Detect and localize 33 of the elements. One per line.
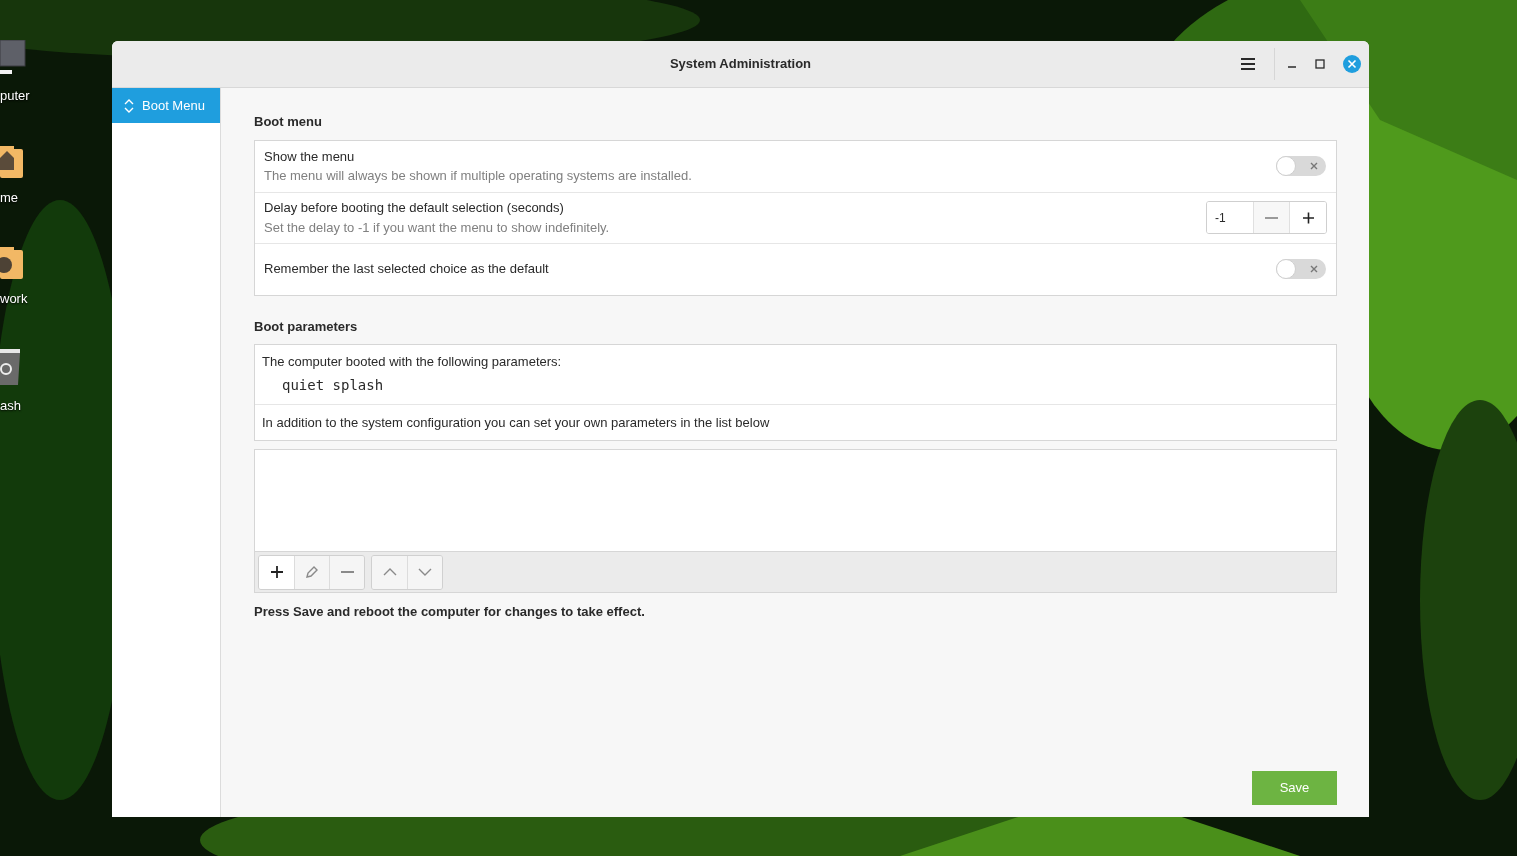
icon-label[interactable]: ash (0, 395, 21, 415)
info-text: The computer booted with the following parameters: (262, 353, 563, 371)
computer-icon[interactable] (0, 40, 26, 76)
info-text: In addition to the system configuration you can set your own parameters in the list below (261, 413, 771, 432)
minus-icon (340, 571, 354, 573)
off-icon (1310, 265, 1318, 273)
icon-label[interactable]: puter (0, 86, 30, 106)
setting-description: The menu will always be shown if multiple operating systems are installed. (264, 167, 693, 185)
setting-title: Remember the last selected choice as the default (264, 260, 550, 279)
toggle-switch[interactable] (1276, 156, 1326, 176)
toggle-switch[interactable] (1276, 259, 1326, 279)
expand-icon (124, 98, 134, 113)
network-folder-icon[interactable] (0, 247, 24, 279)
menu-icon[interactable] (1240, 57, 1256, 71)
spin-box[interactable]: -1 (1206, 201, 1327, 234)
section-heading: Boot menu (254, 113, 323, 131)
window-title: System Administration (668, 55, 813, 74)
add-button[interactable] (259, 555, 294, 589)
setting-description: Set the delay to -1 if you want the menu to show indefinitely. (264, 218, 611, 237)
setting-title: Show the menu (264, 147, 356, 166)
close-icon[interactable] (1343, 55, 1361, 73)
footer-note: Press Save and reboot the computer for changes to take effect. (254, 603, 646, 621)
off-icon (1310, 162, 1318, 170)
setting-title: Delay before booting the default selection (seconds) (264, 199, 565, 217)
home-folder-icon[interactable] (0, 145, 24, 178)
parameters-text: quiet splash (281, 375, 385, 395)
maximize-icon[interactable] (1315, 59, 1325, 69)
number-field[interactable]: -1 (1207, 202, 1254, 233)
trash-icon[interactable] (0, 348, 21, 386)
icon-label[interactable]: me (0, 187, 19, 207)
minus-icon (1265, 216, 1278, 219)
section-heading: Boot parameters (254, 317, 359, 336)
icon-label[interactable]: work (0, 289, 28, 309)
